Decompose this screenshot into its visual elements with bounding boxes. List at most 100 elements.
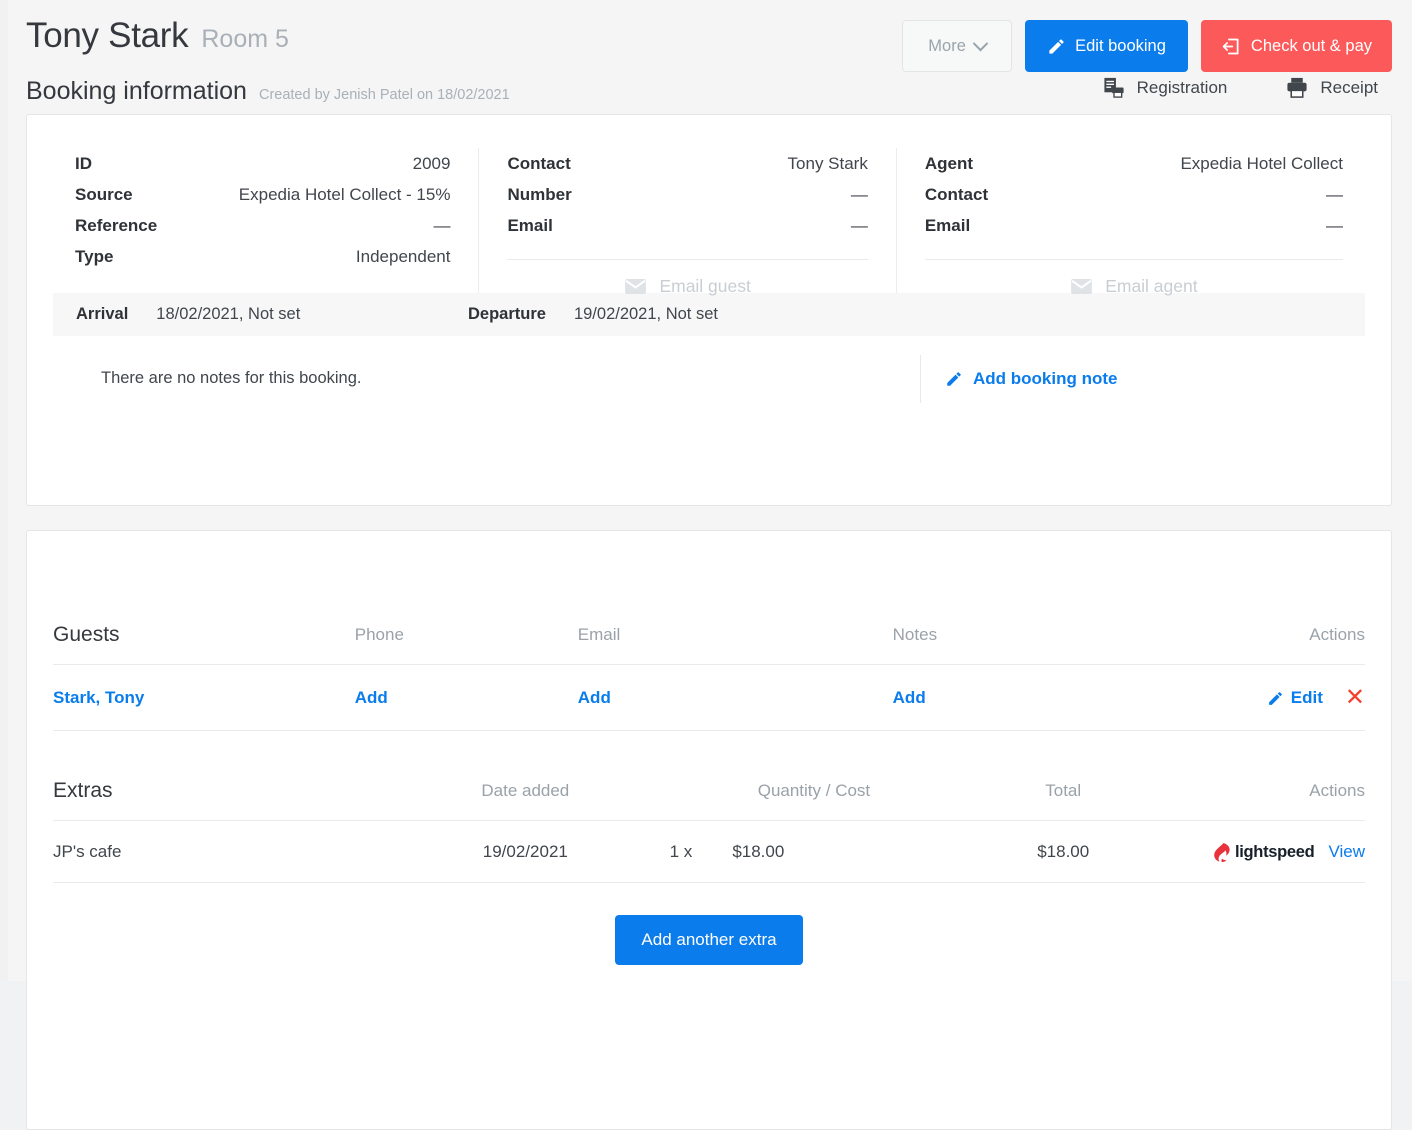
agent-column: Agent Expedia Hotel Collect Contact — Em… xyxy=(896,148,1391,293)
departure-label: Departure xyxy=(468,305,546,324)
guests-and-extras-card: Guests Phone Email Notes Actions Stark, … xyxy=(26,530,1392,1130)
email-guest-label: Email guest xyxy=(659,276,750,297)
booking-notes-empty-text: There are no notes for this booking. xyxy=(53,369,920,388)
phone-column-header: Phone xyxy=(355,623,578,665)
guest-delete-button[interactable]: ✕ xyxy=(1345,686,1365,710)
add-booking-note-label: Add booking note xyxy=(973,369,1117,389)
check-out-and-pay-label: Check out & pay xyxy=(1251,37,1372,56)
field-agent-contact-label: Contact xyxy=(925,179,988,210)
guest-name: Tony Stark xyxy=(26,18,188,53)
section-subtitle: Created by Jenish Patel on 18/02/2021 xyxy=(259,87,510,103)
add-booking-note-button[interactable]: Add booking note xyxy=(921,369,1365,389)
booking-information-card: ID 2009 Source Expedia Hotel Collect - 1… xyxy=(26,114,1392,506)
field-reference-label: Reference xyxy=(75,210,157,241)
left-gutter xyxy=(0,0,8,981)
extra-name: JP's cafe xyxy=(53,842,121,861)
edit-booking-button[interactable]: Edit booking xyxy=(1025,20,1188,72)
printer-icon xyxy=(1285,76,1309,99)
field-id: ID 2009 xyxy=(75,148,450,179)
pencil-icon xyxy=(1267,690,1284,707)
guest-edit-button[interactable]: Edit xyxy=(1267,688,1323,708)
field-agent-value: Expedia Hotel Collect xyxy=(1180,148,1343,179)
extra-cost: $18.00 xyxy=(732,842,784,862)
field-guest-number-value: — xyxy=(851,179,868,210)
lightspeed-logo: lightspeed xyxy=(1213,843,1315,862)
field-guest-number: Number — xyxy=(507,179,867,210)
lightspeed-wordmark: lightspeed xyxy=(1235,843,1315,862)
guest-add-phone-link[interactable]: Add xyxy=(355,688,388,707)
field-guest-contact: Contact Tony Stark xyxy=(507,148,867,179)
room-label: Room 5 xyxy=(201,27,289,52)
email-agent-label: Email agent xyxy=(1105,276,1197,297)
field-guest-email: Email — xyxy=(507,210,867,241)
field-id-value: 2009 xyxy=(413,148,451,179)
table-row: JP's cafe 19/02/2021 1 x $18.00 $18.00 xyxy=(53,821,1365,883)
add-another-extra-container: Add another extra xyxy=(53,883,1365,965)
field-reference-value: — xyxy=(433,210,450,241)
guest-edit-label: Edit xyxy=(1291,688,1323,708)
field-agent-contact-value: — xyxy=(1326,179,1343,210)
extras-table: Extras Date added Quantity / Cost Total … xyxy=(53,779,1365,883)
page-header: Tony Stark Room 5 More Edit booking xyxy=(8,0,1412,62)
edit-booking-label: Edit booking xyxy=(1075,37,1166,56)
check-out-and-pay-button[interactable]: Check out & pay xyxy=(1201,20,1392,72)
guests-column-header: Guests xyxy=(53,623,355,665)
field-type-value: Independent xyxy=(356,241,451,272)
extra-view-link[interactable]: View xyxy=(1328,842,1365,862)
email-guest-container: Email guest xyxy=(507,259,867,300)
field-id-label: ID xyxy=(75,148,92,179)
guest-add-email-link[interactable]: Add xyxy=(578,688,611,707)
field-reference: Reference — xyxy=(75,210,450,241)
add-another-extra-button[interactable]: Add another extra xyxy=(615,915,802,965)
guest-name-link[interactable]: Stark, Tony xyxy=(53,688,144,707)
field-source-value: Expedia Hotel Collect - 15% xyxy=(239,179,451,210)
actions-column-header: Actions xyxy=(1168,623,1365,665)
departure-group: Departure 19/02/2021, Not set xyxy=(468,305,718,324)
field-agent-email: Email — xyxy=(925,210,1343,241)
pencil-icon xyxy=(1047,37,1066,56)
field-agent-label: Agent xyxy=(925,148,973,179)
receipt-link[interactable]: Receipt xyxy=(1285,76,1378,99)
field-agent-contact: Contact — xyxy=(925,179,1343,210)
email-guest-button[interactable]: Email guest xyxy=(624,276,750,297)
card-top-spacer xyxy=(27,531,1391,623)
receipt-label: Receipt xyxy=(1320,78,1378,98)
booking-info-grid: ID 2009 Source Expedia Hotel Collect - 1… xyxy=(27,115,1391,293)
arrival-label: Arrival xyxy=(76,305,128,324)
arrival-group: Arrival 18/02/2021, Not set xyxy=(53,305,468,324)
email-agent-button[interactable]: Email agent xyxy=(1070,276,1197,297)
extra-row-actions: lightspeed View xyxy=(1168,842,1365,862)
page-title: Tony Stark Room 5 xyxy=(26,18,902,53)
page-content: Tony Stark Room 5 More Edit booking xyxy=(8,0,1412,981)
extras-table-header-row: Extras Date added Quantity / Cost Total … xyxy=(53,779,1365,821)
registration-link[interactable]: Registration xyxy=(1102,76,1228,99)
booking-identity-column: ID 2009 Source Expedia Hotel Collect - 1… xyxy=(27,148,478,293)
guest-add-note-link[interactable]: Add xyxy=(893,688,926,707)
date-added-column-header: Date added xyxy=(381,779,670,821)
email-agent-container: Email agent xyxy=(925,259,1343,300)
envelope-icon xyxy=(1070,278,1093,295)
more-button[interactable]: More xyxy=(902,20,1012,72)
departure-value: 19/02/2021, Not set xyxy=(574,305,718,324)
registration-document-icon xyxy=(1102,76,1126,99)
envelope-icon xyxy=(624,278,647,295)
pencil-icon xyxy=(945,370,963,388)
section-title: Booking information xyxy=(26,77,247,106)
guests-table: Guests Phone Email Notes Actions Stark, … xyxy=(53,623,1365,731)
extras-spacer xyxy=(27,731,1391,779)
guests-table-header-row: Guests Phone Email Notes Actions xyxy=(53,623,1365,665)
extras-actions-column-header: Actions xyxy=(1168,779,1365,821)
booking-notes-row: There are no notes for this booking. Add… xyxy=(27,336,1391,421)
email-column-header: Email xyxy=(578,623,893,665)
lightspeed-flame-icon xyxy=(1213,843,1231,862)
total-column-header: Total xyxy=(958,779,1168,821)
field-guest-contact-label: Contact xyxy=(507,148,570,179)
extra-total: $18.00 xyxy=(1037,842,1089,861)
notes-column-header: Notes xyxy=(893,623,1169,665)
extra-quantity: 1 x xyxy=(670,842,693,862)
guests-table-block: Guests Phone Email Notes Actions Stark, … xyxy=(27,623,1391,731)
registration-label: Registration xyxy=(1137,78,1228,98)
field-guest-contact-value: Tony Stark xyxy=(788,148,868,179)
table-row: Stark, Tony Add Add Add xyxy=(53,665,1365,731)
extras-column-header: Extras xyxy=(53,779,381,821)
